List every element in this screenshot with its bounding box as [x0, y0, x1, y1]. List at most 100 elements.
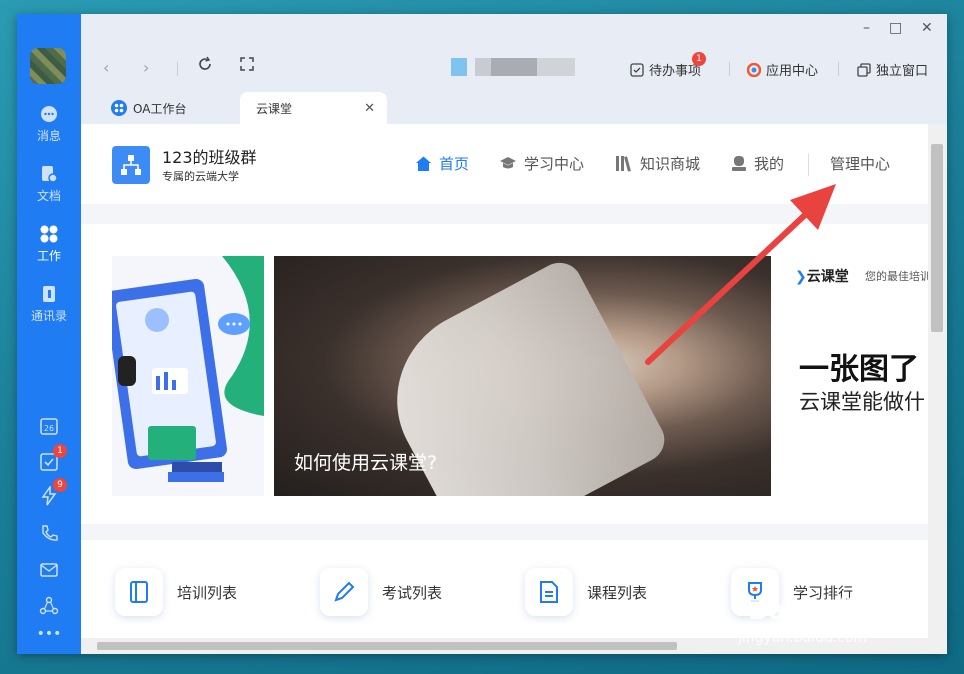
banner-slide-main[interactable]: 如何使用云课堂? — [274, 256, 771, 496]
mail-button[interactable] — [17, 560, 81, 584]
group-title: 123的班级群 — [162, 148, 257, 167]
avatar[interactable] — [30, 48, 66, 84]
rail-item-label: 消息 — [36, 129, 61, 143]
tablet-illustration — [112, 256, 264, 482]
chat-bubble-icon — [39, 104, 59, 124]
divider — [808, 154, 809, 176]
title-bar: – □ ✕ ‹ › 待办事项 1 应用中心 独立窗口 OA工作台 云课堂 ✕ — [81, 14, 947, 124]
nav-label: 知识商城 — [640, 155, 701, 173]
more-dots-icon[interactable]: ••• — [17, 626, 81, 642]
tab-label: 云课堂 — [256, 101, 293, 116]
nav-mine[interactable]: 我的 — [731, 153, 784, 174]
divider — [177, 62, 178, 76]
contacts-icon — [39, 284, 59, 304]
notebook-icon — [115, 568, 163, 616]
nav-admin-center[interactable]: 管理中心 — [830, 153, 890, 174]
graduation-cap-icon — [500, 157, 516, 169]
scroll-thumb[interactable] — [931, 144, 943, 332]
quick-link-label: 培训列表 — [177, 583, 238, 602]
lightning-badge: 9 — [53, 478, 67, 492]
app-center-icon — [747, 62, 761, 77]
nav-label: 学习中心 — [524, 155, 585, 173]
app-center-label: 应用中心 — [766, 64, 819, 79]
banner-headline: 一张图了 — [799, 352, 919, 387]
nav-home[interactable]: 首页 — [415, 153, 469, 174]
banner-tagline: 您的最佳培训 — [865, 270, 928, 283]
quick-link-label: 课程列表 — [587, 583, 648, 602]
rail-item-contacts[interactable]: 通讯录 — [17, 284, 81, 324]
standalone-window-label: 独立窗口 — [876, 64, 929, 79]
app-center-button[interactable]: 应用中心 — [747, 60, 818, 79]
quick-link-courses[interactable]: 课程列表 — [525, 568, 647, 616]
share-nodes-icon — [39, 596, 59, 615]
close-window-button[interactable]: ✕ — [921, 20, 933, 36]
tab-cloud-classroom[interactable]: 云课堂 ✕ — [240, 92, 387, 124]
share-button[interactable] — [17, 596, 81, 620]
group-logo-icon — [112, 146, 150, 184]
group-subtitle: 专属的云端大学 — [162, 170, 239, 183]
back-icon[interactable]: ‹ — [103, 58, 109, 77]
account-name-blurred[interactable] — [451, 58, 575, 76]
checkbox-icon — [630, 62, 644, 77]
apps-grid-icon — [39, 224, 59, 244]
quick-link-label: 考试列表 — [382, 583, 443, 602]
banner-subline: 云课堂能做什 — [799, 390, 925, 414]
home-icon — [416, 156, 431, 171]
banner-carousel[interactable]: 如何使用云课堂? ❯云课堂 您的最佳培训 一张图了 云课堂能做什 — [81, 224, 928, 524]
nav-label: 我的 — [754, 155, 785, 173]
divider — [729, 62, 730, 76]
file-lines-icon — [525, 568, 573, 616]
todo-button[interactable]: 1 — [17, 444, 81, 476]
pending-tasks-badge: 1 — [692, 52, 706, 66]
maximize-button[interactable]: □ — [889, 20, 902, 36]
main-content: 123的班级群 专属的云端大学 首页 学习中心 知识商城 我的 管理中心 如何使… — [81, 124, 947, 654]
pencil-icon — [320, 568, 368, 616]
calendar-button[interactable]: 26 — [17, 416, 81, 440]
forward-icon[interactable]: › — [143, 58, 149, 77]
nav-learning-center[interactable]: 学习中心 — [499, 153, 584, 174]
divider — [838, 62, 839, 76]
oa-app-icon — [111, 100, 127, 116]
left-rail: 消息 文档 工作 通讯录 26 1 9 ••• — [17, 14, 81, 654]
books-icon — [616, 156, 631, 172]
brand-logo-icon: ❯ — [795, 269, 807, 285]
site-header: 123的班级群 专属的云端大学 首页 学习中心 知识商城 我的 管理中心 — [81, 124, 928, 204]
rail-item-work[interactable]: 工作 — [17, 224, 81, 264]
tab-label: OA工作台 — [133, 101, 187, 116]
window-copy-icon — [857, 62, 871, 77]
tab-oa-workbench[interactable]: OA工作台 — [101, 92, 231, 124]
rail-item-label: 文档 — [36, 189, 61, 203]
rail-item-messages[interactable]: 消息 — [17, 104, 81, 144]
refresh-icon[interactable] — [197, 56, 213, 76]
minimize-button[interactable]: – — [863, 20, 870, 36]
pending-tasks-button[interactable]: 待办事项 1 — [630, 52, 706, 79]
vertical-scrollbar[interactable] — [928, 124, 947, 654]
scroll-thumb[interactable] — [97, 642, 677, 650]
phone-button[interactable] — [17, 523, 81, 547]
rail-item-label: 工作 — [36, 249, 61, 263]
app-window: 消息 文档 工作 通讯录 26 1 9 ••• – □ ✕ ‹ › 待办事项 1… — [17, 14, 947, 654]
nav-label: 首页 — [439, 155, 470, 173]
mail-icon — [40, 563, 58, 577]
quick-link-training[interactable]: 培训列表 — [115, 568, 237, 616]
banner-brand: ❯云课堂 — [795, 269, 849, 285]
banner-caption: 如何使用云课堂? — [294, 452, 438, 474]
nav-knowledge-store[interactable]: 知识商城 — [615, 153, 700, 174]
calendar-icon: 26 — [40, 418, 58, 435]
watermark-url: jingyan.baidu.com — [738, 630, 868, 646]
rail-item-label: 通讯录 — [30, 309, 67, 323]
svg-text:26: 26 — [44, 424, 54, 433]
user-icon — [732, 156, 746, 171]
quick-link-exams[interactable]: 考试列表 — [320, 568, 442, 616]
lightning-button[interactable]: 9 — [17, 478, 81, 510]
rail-item-docs[interactable]: 文档 — [17, 164, 81, 204]
todo-badge: 1 — [53, 444, 67, 458]
banner-slide-right[interactable]: ❯云课堂 您的最佳培训 一张图了 云课堂能做什 — [781, 256, 928, 496]
standalone-window-button[interactable]: 独立窗口 — [857, 60, 928, 79]
document-icon — [39, 164, 59, 184]
nav-label: 管理中心 — [830, 155, 891, 173]
banner-slide-left[interactable] — [112, 256, 264, 496]
fullscreen-icon[interactable] — [239, 56, 255, 76]
close-tab-icon[interactable]: ✕ — [364, 101, 375, 116]
watermark-logo: Baidu经验 — [748, 596, 891, 626]
